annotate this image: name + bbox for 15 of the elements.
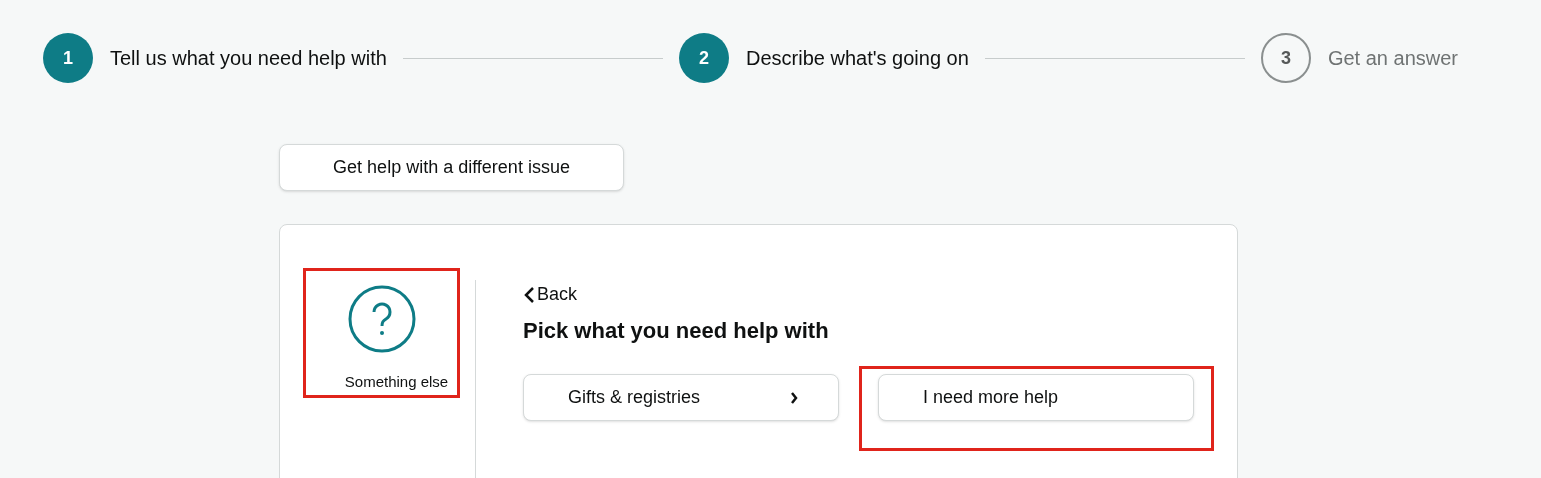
- option-button[interactable]: Gifts & registries: [523, 374, 839, 421]
- question-icon: [347, 285, 416, 353]
- chevron-left-icon: [523, 285, 535, 304]
- step-label: Get an answer: [1327, 46, 1458, 71]
- step-label: Describe what's going on: [745, 46, 969, 71]
- option-button[interactable]: I need more help: [878, 374, 1194, 421]
- heading: Pick what you need help with: [523, 317, 830, 345]
- step-number: 3: [1260, 33, 1311, 83]
- different-issue-button[interactable]: Get help with a different issue: [279, 144, 624, 191]
- topic-label[interactable]: Something else: [344, 371, 449, 394]
- step-label: Tell us what you need help with: [110, 46, 387, 71]
- chevron-right-icon: [790, 391, 798, 404]
- step-number: 1: [43, 33, 93, 83]
- back-link[interactable]: Back: [523, 281, 1214, 308]
- step-number: 2: [678, 33, 729, 83]
